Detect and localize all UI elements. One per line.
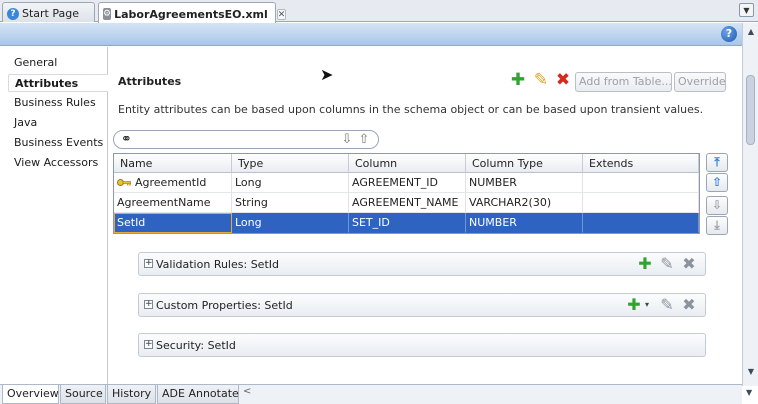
add-icon[interactable]: ✚: [625, 296, 643, 314]
tab-overview[interactable]: Overview: [2, 385, 59, 404]
table-row-selected[interactable]: SetId Long SET_ID NUMBER: [114, 213, 699, 233]
cell-extends: [583, 173, 699, 193]
search-input[interactable]: [138, 132, 338, 147]
nav-item-business-events[interactable]: Business Events: [8, 134, 106, 152]
tab-ade-annotate[interactable]: ADE Annotate: [157, 385, 239, 404]
table-row[interactable]: AgreementName String AGREEMENT_NAME VARC…: [114, 193, 699, 213]
attributes-table: Name Type Column Column Type Extends Agr…: [113, 153, 700, 234]
expand-icon[interactable]: +: [144, 300, 153, 309]
edit-pencil-icon[interactable]: ✎: [532, 72, 550, 89]
column-header-name[interactable]: Name: [114, 154, 232, 173]
panel-title: Validation Rules: SetId: [156, 258, 279, 271]
edit-pencil-icon[interactable]: ✎: [658, 255, 676, 273]
help-icon[interactable]: ?: [721, 26, 737, 42]
override-button[interactable]: Override: [674, 72, 726, 92]
cell-type: Long: [232, 173, 349, 193]
scrollbar-thumb[interactable]: [746, 75, 755, 145]
nav-item-java[interactable]: Java: [8, 114, 106, 132]
start-page-icon: ?: [7, 7, 19, 20]
scroll-down-icon[interactable]: ▼: [746, 388, 752, 397]
binoculars-icon: ⚭: [121, 132, 132, 147]
cell-column-type: VARCHAR2(30): [466, 193, 583, 213]
editor-bottom-tabs: Overview Source History ADE Annotate: [0, 384, 742, 404]
table-row[interactable]: AgreementId Long AGREEMENT_ID NUMBER: [114, 173, 699, 193]
column-header-column[interactable]: Column: [349, 154, 466, 173]
cell-column: AGREEMENT_ID: [349, 173, 466, 193]
tab-labor-agreements-eo[interactable]: ⚙ LaborAgreementsEO.xml ✕: [98, 2, 287, 23]
cell-column: SET_ID: [349, 213, 466, 233]
cell-extends: [583, 193, 699, 213]
cell-column: AGREEMENT_NAME: [349, 193, 466, 213]
search-previous-icon[interactable]: ⇧: [356, 131, 372, 148]
cell-name: AgreementId: [114, 173, 232, 193]
add-icon[interactable]: ✚: [636, 255, 654, 273]
edit-pencil-icon[interactable]: ✎: [658, 296, 676, 314]
add-from-table-button[interactable]: Add from Table...: [575, 72, 672, 92]
tab-history[interactable]: History: [107, 385, 156, 404]
vertical-scrollbar[interactable]: ▲ ▼: [742, 23, 758, 386]
custom-properties-panel[interactable]: + Custom Properties: SetId ✚ ▾ ✎ ✖: [138, 293, 706, 317]
move-down-button[interactable]: ⇩: [706, 196, 728, 215]
cell-type: Long: [232, 213, 349, 233]
scroll-down-icon[interactable]: ▼: [744, 365, 758, 379]
primary-key-icon: [117, 174, 132, 186]
tab-label: Start Page: [22, 7, 79, 20]
delete-icon[interactable]: ✖: [680, 255, 698, 273]
cell-column-type: NUMBER: [466, 173, 583, 193]
nav-item-view-accessors[interactable]: View Accessors: [8, 154, 106, 172]
expand-icon[interactable]: +: [144, 259, 153, 268]
nav-item-general[interactable]: General: [8, 54, 106, 72]
tab-list-dropdown-button[interactable]: ▼: [739, 3, 754, 17]
close-icon[interactable]: ✕: [276, 8, 287, 20]
scroll-left-icon[interactable]: <: [243, 386, 251, 397]
editor-tab-strip: ? Start Page ⚙ LaborAgreementsEO.xml ✕: [0, 0, 758, 23]
cell-name: AgreementName: [114, 193, 232, 213]
tab-label: LaborAgreementsEO.xml: [114, 7, 268, 21]
delete-icon[interactable]: ✖: [554, 72, 572, 89]
scroll-up-icon[interactable]: ▲: [744, 25, 758, 39]
move-to-bottom-button[interactable]: ⤓: [706, 216, 728, 235]
tab-source[interactable]: Source: [60, 385, 106, 404]
panel-title: Custom Properties: SetId: [156, 299, 293, 312]
delete-icon[interactable]: ✖: [680, 296, 698, 314]
cell-type: String: [232, 193, 349, 213]
tab-start-page[interactable]: ? Start Page: [2, 2, 95, 22]
expand-icon[interactable]: +: [144, 340, 153, 349]
move-to-top-button[interactable]: ⤒: [706, 153, 728, 172]
section-description: Entity attributes can be based upon colu…: [118, 103, 704, 116]
add-dropdown-chevron-icon[interactable]: ▾: [642, 296, 652, 314]
cell-name: SetId: [114, 213, 232, 233]
nav-item-attributes[interactable]: Attributes: [8, 74, 108, 92]
column-header-extends[interactable]: Extends: [583, 154, 699, 173]
search-next-icon[interactable]: ⇩: [339, 131, 355, 148]
column-header-type[interactable]: Type: [232, 154, 349, 173]
nav-item-business-rules[interactable]: Business Rules: [8, 94, 106, 112]
panel-title: Security: SetId: [156, 339, 236, 352]
entity-object-icon: ⚙: [103, 8, 112, 20]
editor-header-band: [0, 23, 742, 46]
cell-column-type: NUMBER: [466, 213, 583, 233]
overview-nav: General Attributes Business Rules Java B…: [0, 47, 108, 384]
move-up-button[interactable]: ⇧: [706, 173, 728, 192]
add-attribute-icon[interactable]: ✚: [509, 72, 527, 89]
column-header-column-type[interactable]: Column Type: [466, 154, 583, 173]
validation-rules-panel[interactable]: + Validation Rules: SetId ✚ ✎ ✖: [138, 252, 706, 276]
cell-extends: [583, 213, 699, 233]
mouse-cursor-icon: ➤: [320, 65, 334, 84]
security-panel[interactable]: + Security: SetId: [138, 333, 706, 357]
section-title: Attributes: [118, 75, 182, 88]
